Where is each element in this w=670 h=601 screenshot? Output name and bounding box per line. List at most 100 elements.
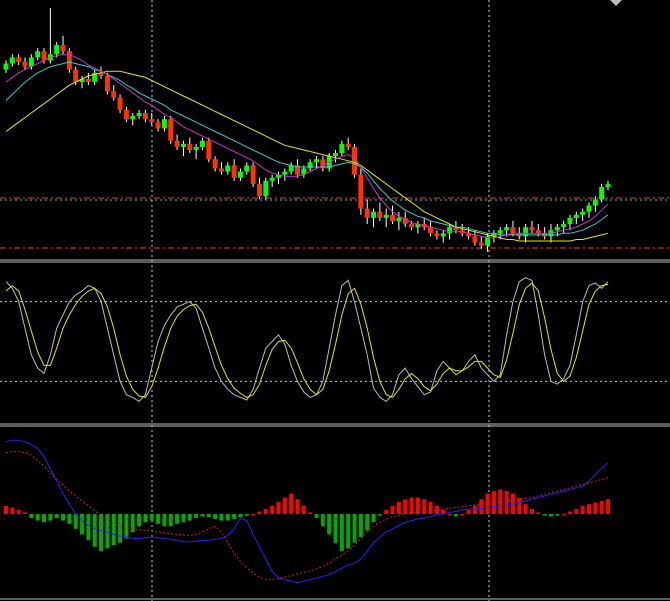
candle-body — [561, 224, 567, 228]
candle-body — [174, 140, 180, 147]
histogram-bar — [251, 514, 256, 515]
histogram-bar — [415, 497, 420, 514]
histogram-bar — [67, 514, 72, 524]
histogram-bar — [257, 511, 262, 514]
candle-body — [85, 78, 91, 83]
histogram-bar — [206, 514, 211, 518]
candle-body — [117, 97, 123, 110]
candle-body — [529, 227, 535, 231]
histogram-bar — [314, 514, 319, 519]
candle-body — [149, 119, 155, 123]
histogram-bar — [574, 509, 579, 514]
histogram-bar — [390, 505, 395, 514]
candle-body — [573, 214, 579, 218]
histogram-bar — [396, 501, 401, 514]
histogram-bar — [466, 509, 471, 514]
histogram-bar — [301, 505, 306, 514]
histogram-bar — [118, 514, 123, 543]
candle-body — [199, 140, 205, 147]
candle-body — [155, 122, 161, 129]
histogram-bar — [92, 514, 97, 547]
candle-body — [390, 214, 396, 221]
histogram-bar — [244, 514, 249, 516]
candle-body — [434, 233, 440, 237]
histogram-bar — [346, 514, 351, 549]
histogram-bar — [536, 512, 541, 514]
histogram-bar — [35, 514, 40, 521]
histogram-bar — [143, 514, 148, 523]
histogram-bar — [194, 514, 199, 519]
histogram-bar — [606, 499, 610, 514]
histogram-bar — [371, 514, 376, 523]
histogram-bar — [149, 514, 154, 521]
histogram-bar — [428, 501, 433, 514]
candle-body — [73, 69, 79, 83]
candle-body — [54, 45, 60, 55]
candle-body — [478, 242, 484, 246]
candle-body — [428, 227, 434, 234]
candle-body — [237, 171, 243, 178]
histogram-bar — [175, 514, 180, 524]
histogram-bar — [529, 509, 534, 514]
histogram-bar — [23, 512, 28, 514]
candle-body — [447, 227, 453, 234]
candle-body — [307, 162, 313, 169]
histogram-bar — [48, 514, 53, 521]
candle-body — [269, 177, 275, 181]
candle-body — [504, 227, 510, 231]
candle-body — [161, 119, 167, 129]
histogram-bar — [111, 514, 116, 546]
histogram-bar — [377, 514, 382, 516]
candle-body — [345, 143, 351, 147]
candle-body — [9, 57, 15, 64]
histogram-bar — [358, 514, 363, 537]
candle-body — [41, 51, 47, 61]
histogram-bar — [99, 514, 104, 551]
histogram-bar — [567, 511, 572, 514]
histogram-bar — [232, 514, 237, 519]
histogram-bar — [365, 514, 370, 531]
candle-body — [22, 62, 28, 67]
histogram-bar — [548, 514, 553, 517]
candle-body — [510, 227, 516, 234]
histogram-bar — [409, 497, 414, 514]
histogram-bar — [181, 514, 186, 523]
candle-body — [225, 165, 231, 172]
candle-body — [333, 153, 339, 157]
histogram-bar — [333, 514, 338, 543]
histogram-bar — [447, 514, 452, 515]
candle-body — [554, 227, 560, 231]
candle-body — [339, 143, 345, 154]
histogram-bar — [263, 509, 268, 514]
candle-body — [263, 180, 269, 197]
candle-body — [472, 236, 478, 243]
candle-body — [383, 214, 389, 218]
histogram-bar — [124, 514, 129, 539]
histogram-bar — [4, 505, 8, 514]
candle-body — [599, 187, 605, 200]
candle-body — [256, 183, 262, 197]
histogram-bar — [403, 499, 408, 514]
chart-canvas — [0, 0, 670, 601]
histogram-bar — [200, 514, 205, 517]
candle-body — [409, 224, 415, 228]
histogram-bar — [320, 514, 325, 527]
candle-body — [168, 119, 174, 141]
histogram-bar — [523, 504, 528, 514]
histogram-bar — [213, 514, 218, 519]
candle-body — [440, 233, 446, 237]
histogram-bar — [308, 512, 313, 514]
candle-body — [497, 230, 503, 234]
candle-body — [218, 168, 224, 172]
candle-body — [244, 165, 250, 172]
candle-body — [187, 143, 193, 150]
candle-body — [142, 112, 148, 120]
histogram-bar — [555, 514, 560, 516]
candle-body — [396, 217, 402, 221]
candle-body — [592, 199, 598, 206]
histogram-bar — [289, 493, 294, 514]
candle-body — [111, 91, 117, 98]
histogram-bar — [599, 500, 604, 514]
histogram-bar — [504, 491, 509, 514]
histogram-bar — [187, 514, 192, 521]
